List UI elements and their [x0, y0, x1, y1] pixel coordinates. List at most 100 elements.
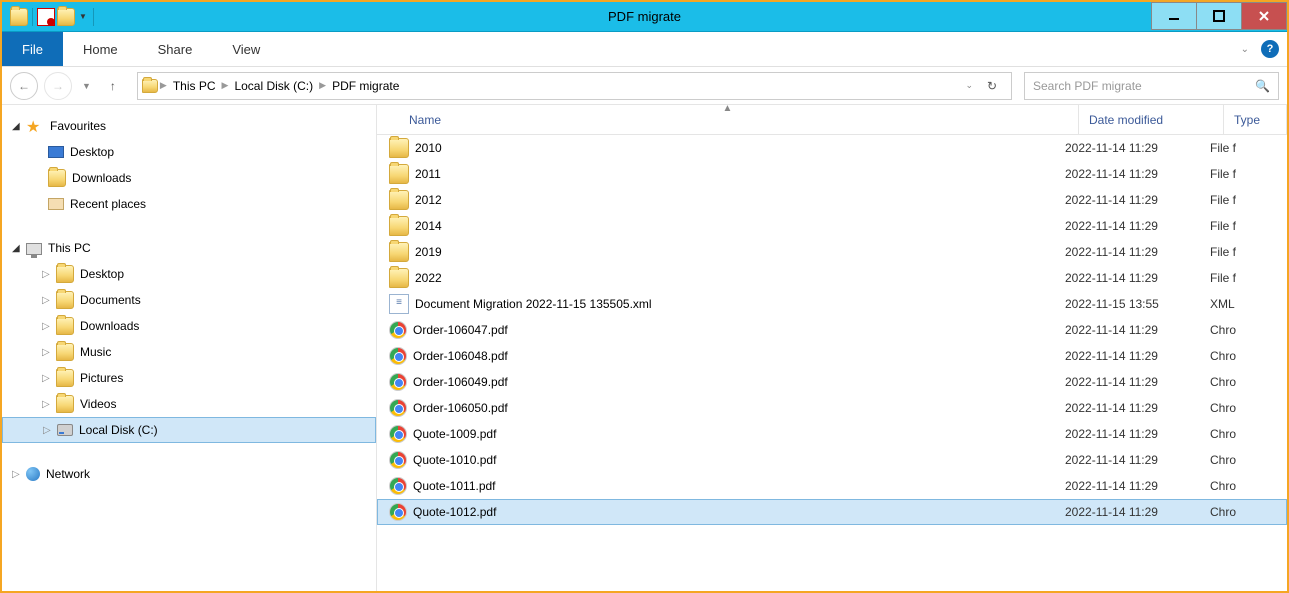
tree-label: Documents: [80, 293, 141, 307]
disk-icon: [57, 424, 73, 436]
file-row[interactable]: Order-106048.pdf2022-11-14 11:29Chro: [377, 343, 1287, 369]
desktop-icon: [48, 146, 64, 158]
tree-pc-localdisk[interactable]: ▷ Local Disk (C:): [2, 417, 376, 443]
expander-icon[interactable]: ▷: [42, 321, 56, 332]
qat-dropdown-icon[interactable]: ▼: [77, 12, 89, 21]
file-name-cell: Order-106047.pdf: [389, 321, 1065, 339]
minimize-button[interactable]: [1151, 2, 1197, 30]
tree-label: Desktop: [80, 267, 124, 281]
tree-recent[interactable]: Recent places: [2, 191, 376, 217]
file-date: 2022-11-14 11:29: [1065, 245, 1210, 259]
tree-pc-music[interactable]: ▷ Music: [2, 339, 376, 365]
expander-icon[interactable]: ▷: [43, 425, 57, 436]
file-row[interactable]: 20142022-11-14 11:29File f: [377, 213, 1287, 239]
tree-network[interactable]: ▷ Network: [2, 461, 376, 487]
history-dropdown-icon[interactable]: ▼: [82, 81, 91, 91]
back-button[interactable]: ←: [10, 72, 38, 100]
expander-icon[interactable]: ▷: [42, 295, 56, 306]
tree-label: Downloads: [72, 171, 131, 185]
file-type: File f: [1210, 245, 1236, 259]
file-date: 2022-11-14 11:29: [1065, 427, 1210, 441]
close-button[interactable]: [1241, 2, 1287, 30]
file-row[interactable]: Order-106050.pdf2022-11-14 11:29Chro: [377, 395, 1287, 421]
tree-favourites[interactable]: ◢ ★ Favourites: [2, 113, 376, 139]
file-name: 2022: [415, 271, 442, 285]
file-name-cell: Order-106048.pdf: [389, 347, 1065, 365]
tree-pc-videos[interactable]: ▷ Videos: [2, 391, 376, 417]
column-type[interactable]: Type: [1224, 105, 1287, 134]
file-name-cell: Quote-1011.pdf: [389, 477, 1065, 495]
crumb-pdfmigrate[interactable]: PDF migrate: [328, 79, 403, 93]
file-type: XML: [1210, 297, 1235, 311]
crumb-thispc[interactable]: This PC: [169, 79, 220, 93]
maximize-button[interactable]: [1196, 2, 1242, 30]
expander-icon[interactable]: ◢: [12, 121, 26, 132]
folder-icon: [56, 291, 74, 309]
file-type: Chro: [1210, 375, 1236, 389]
search-icon[interactable]: 🔍: [1255, 79, 1270, 93]
up-button[interactable]: ↑: [101, 74, 125, 98]
app-icon[interactable]: [10, 8, 28, 26]
address-dropdown-icon[interactable]: ⌄: [965, 80, 973, 91]
column-name[interactable]: ▲ Name: [377, 105, 1079, 134]
file-name-cell: Order-106050.pdf: [389, 399, 1065, 417]
folder-icon: [389, 190, 409, 210]
qat-separator: [32, 8, 33, 26]
chrome-pdf-icon: [389, 503, 407, 521]
navigation-pane: ◢ ★ Favourites Desktop Downloads Recent …: [2, 105, 377, 591]
file-row[interactable]: 20122022-11-14 11:29File f: [377, 187, 1287, 213]
properties-icon[interactable]: [37, 8, 55, 26]
ribbon-expand-icon[interactable]: ⌄: [1241, 44, 1249, 55]
file-row[interactable]: 20192022-11-14 11:29File f: [377, 239, 1287, 265]
file-name: Quote-1011.pdf: [413, 479, 496, 493]
file-row[interactable]: Quote-1012.pdf2022-11-14 11:29Chro: [377, 499, 1287, 525]
file-date: 2022-11-15 13:55: [1065, 297, 1210, 311]
help-icon[interactable]: ?: [1261, 40, 1279, 58]
file-tab[interactable]: File: [2, 32, 63, 66]
search-input[interactable]: Search PDF migrate 🔍: [1024, 72, 1279, 100]
tree-thispc[interactable]: ◢ This PC: [2, 235, 376, 261]
column-date[interactable]: Date modified: [1079, 105, 1224, 134]
file-row[interactable]: Document Migration 2022-11-15 135505.xml…: [377, 291, 1287, 317]
file-row[interactable]: Quote-1009.pdf2022-11-14 11:29Chro: [377, 421, 1287, 447]
crumb-localdisk[interactable]: Local Disk (C:): [230, 79, 317, 93]
file-list[interactable]: 20102022-11-14 11:29File f20112022-11-14…: [377, 135, 1287, 525]
tab-view[interactable]: View: [212, 32, 280, 66]
chrome-pdf-icon: [389, 373, 407, 391]
tree-desktop[interactable]: Desktop: [2, 139, 376, 165]
tree-pc-pictures[interactable]: ▷ Pictures: [2, 365, 376, 391]
tree-pc-documents[interactable]: ▷ Documents: [2, 287, 376, 313]
expander-icon[interactable]: ◢: [12, 243, 26, 254]
expander-icon[interactable]: ▷: [42, 269, 56, 280]
file-row[interactable]: Order-106049.pdf2022-11-14 11:29Chro: [377, 369, 1287, 395]
body: ◢ ★ Favourites Desktop Downloads Recent …: [2, 105, 1287, 591]
expander-icon[interactable]: ▷: [12, 469, 26, 480]
expander-icon[interactable]: ▷: [42, 373, 56, 384]
tree-downloads[interactable]: Downloads: [2, 165, 376, 191]
tree-pc-downloads[interactable]: ▷ Downloads: [2, 313, 376, 339]
file-name: Quote-1010.pdf: [413, 453, 496, 467]
tree-pc-desktop[interactable]: ▷ Desktop: [2, 261, 376, 287]
file-row[interactable]: Quote-1010.pdf2022-11-14 11:29Chro: [377, 447, 1287, 473]
new-folder-icon[interactable]: [57, 8, 75, 26]
file-row[interactable]: Order-106047.pdf2022-11-14 11:29Chro: [377, 317, 1287, 343]
tab-home[interactable]: Home: [63, 32, 138, 66]
chrome-pdf-icon: [389, 477, 407, 495]
expander-icon[interactable]: ▷: [42, 399, 56, 410]
expander-icon[interactable]: ▷: [42, 347, 56, 358]
columns-header: ▲ Name Date modified Type: [377, 105, 1287, 135]
crumb-sep-icon[interactable]: ▶: [222, 80, 229, 91]
file-row[interactable]: Quote-1011.pdf2022-11-14 11:29Chro: [377, 473, 1287, 499]
file-name-cell: Quote-1009.pdf: [389, 425, 1065, 443]
chrome-pdf-icon: [389, 347, 407, 365]
crumb-sep-icon[interactable]: ▶: [319, 80, 326, 91]
file-row[interactable]: 20222022-11-14 11:29File f: [377, 265, 1287, 291]
file-row[interactable]: 20102022-11-14 11:29File f: [377, 135, 1287, 161]
folder-icon: [56, 265, 74, 283]
forward-button[interactable]: →: [44, 72, 72, 100]
file-row[interactable]: 20112022-11-14 11:29File f: [377, 161, 1287, 187]
tab-share[interactable]: Share: [138, 32, 213, 66]
address-bar[interactable]: ▶ This PC ▶ Local Disk (C:) ▶ PDF migrat…: [137, 72, 1012, 100]
folder-icon: [389, 138, 409, 158]
refresh-button[interactable]: ↻: [981, 75, 1003, 97]
